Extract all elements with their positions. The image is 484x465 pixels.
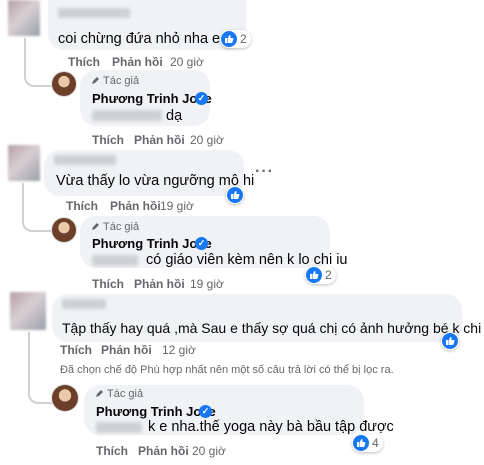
verified-icon: ✓: [195, 92, 208, 105]
reaction-count[interactable]: 4: [352, 434, 383, 452]
pen-icon: [92, 77, 99, 84]
like-icon: [306, 267, 322, 283]
thread-line: [24, 38, 26, 58]
commenter-avatar[interactable]: [8, 145, 40, 181]
like-button[interactable]: Thích: [66, 199, 98, 213]
thread-connector: [24, 58, 52, 87]
timestamp[interactable]: 19 giờ: [160, 199, 194, 213]
author-avatar[interactable]: [52, 385, 78, 411]
reply-button[interactable]: Phản hồi: [110, 199, 161, 213]
like-icon: [227, 187, 243, 203]
author-name[interactable]: Phương Trinh Jolie: [96, 404, 216, 419]
reply-button[interactable]: Phản hồi: [138, 444, 189, 458]
author-badge: Tác giả: [96, 388, 143, 400]
thread-line: [28, 332, 30, 382]
like-button[interactable]: Thích: [92, 277, 124, 291]
reaction-number: 2: [240, 32, 247, 46]
timestamp[interactable]: 20 giờ: [190, 133, 224, 147]
like-icon: [221, 31, 237, 47]
commenter-name-redacted: [58, 8, 130, 18]
mention-redacted: [92, 255, 138, 266]
author-avatar[interactable]: [52, 218, 76, 242]
thread-connector: [22, 203, 52, 232]
reply-button[interactable]: Phản hồi: [101, 343, 152, 357]
verified-icon: ✓: [199, 405, 212, 418]
timestamp[interactable]: 12 giờ: [162, 343, 196, 357]
like-button[interactable]: Thích: [92, 133, 124, 147]
more-options-button[interactable]: ···: [255, 163, 274, 181]
like-icon: [353, 435, 369, 451]
mention-redacted: [92, 110, 162, 121]
reaction-count[interactable]: [441, 332, 459, 350]
reply-button[interactable]: Phản hồi: [134, 133, 185, 147]
author-badge: Tác giả: [92, 75, 139, 87]
filter-notice: Đã chọn chế độ Phù hợp nhất nên một số c…: [60, 364, 394, 376]
comment-text: coi chừng đứa nhỏ nha em: [58, 31, 233, 47]
timestamp[interactable]: 19 giờ: [190, 277, 224, 291]
thread-line: [22, 183, 24, 203]
author-avatar[interactable]: [52, 72, 76, 96]
author-name[interactable]: Phương Trinh Jolie: [92, 236, 212, 251]
like-button[interactable]: Thích: [96, 444, 128, 458]
pen-icon: [92, 223, 99, 230]
reaction-number: 2: [325, 268, 332, 282]
comment-text: Vừa thấy lo vừa ngưỡng mộ hi: [56, 173, 255, 189]
reaction-number: 4: [372, 436, 379, 450]
commenter-name-redacted: [62, 299, 106, 309]
commenter-avatar[interactable]: [10, 292, 46, 330]
like-button[interactable]: Thích: [68, 55, 100, 69]
reaction-count[interactable]: 2: [220, 30, 251, 48]
pen-icon: [96, 390, 103, 397]
reply-button[interactable]: Phản hồi: [112, 55, 163, 69]
thread-connector: [28, 382, 52, 404]
like-icon: [442, 333, 458, 349]
author-name[interactable]: Phương Trinh Jolie: [92, 91, 212, 106]
commenter-avatar[interactable]: [8, 0, 40, 36]
timestamp[interactable]: 20 giờ: [170, 55, 204, 69]
commenter-name-redacted: [54, 155, 116, 165]
like-button[interactable]: Thích: [60, 343, 92, 357]
mention-redacted: [96, 422, 142, 433]
reaction-count[interactable]: [226, 186, 244, 204]
verified-icon: ✓: [195, 237, 208, 250]
reaction-count[interactable]: 2: [305, 266, 336, 284]
reply-text: k e nha.thế yoga này bà bầu tập được: [148, 419, 394, 435]
reply-button[interactable]: Phản hồi: [134, 277, 185, 291]
reply-text: dạ: [166, 108, 183, 124]
timestamp[interactable]: 20 giờ: [192, 444, 226, 458]
comment-text: Tập thấy hay quá ,mà Sau e thấy sợ quá c…: [62, 320, 482, 336]
author-badge: Tác giả: [92, 221, 139, 233]
